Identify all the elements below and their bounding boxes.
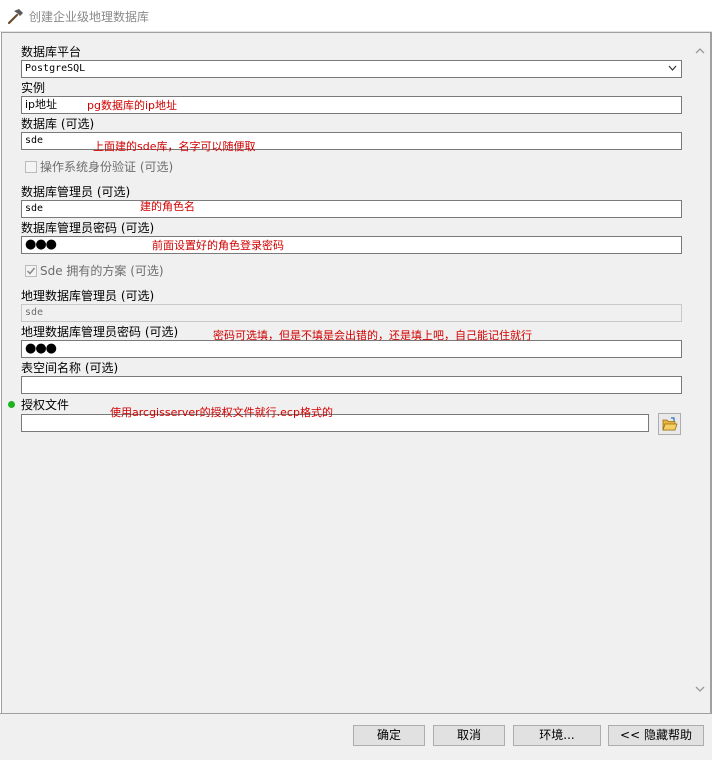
ok-button[interactable]: 确定 xyxy=(353,725,425,746)
sde-schema-label: Sde 拥有的方案 (可选) xyxy=(40,264,164,278)
gdb-admin-password-input[interactable]: ●●● xyxy=(21,340,682,358)
scroll-down-icon[interactable] xyxy=(695,684,705,694)
os-auth-checkbox[interactable] xyxy=(25,161,37,173)
title-bar: 创建企业级地理数据库 xyxy=(0,0,712,32)
gdb-password-annotation: 密码可选填，但是不填是会出错的，还是填上吧，自己能记住就行 xyxy=(213,329,532,342)
dba-input[interactable]: sde xyxy=(21,200,682,218)
chevron-down-icon[interactable] xyxy=(668,65,677,72)
platform-label: 数据库平台 xyxy=(21,45,82,59)
open-folder-icon xyxy=(662,417,678,431)
auth-file-label: 授权文件 xyxy=(21,398,70,412)
auth-file-annotation: 使用arcgisserver的授权文件就行.ecp格式的 xyxy=(110,406,333,419)
dba-password-value: ●●● xyxy=(25,237,57,252)
hammer-icon xyxy=(7,9,23,25)
cancel-button[interactable]: 取消 xyxy=(433,725,505,746)
dba-annotation: 建的角色名 xyxy=(140,200,195,213)
platform-dropdown[interactable]: PostgreSQL xyxy=(21,60,682,78)
tablespace-label: 表空间名称 (可选) xyxy=(21,361,119,375)
required-indicator-icon xyxy=(8,401,15,408)
gdb-admin-label: 地理数据库管理员 (可选) xyxy=(21,289,155,303)
dba-value: sde xyxy=(25,203,44,214)
instance-value: ip地址 xyxy=(25,98,58,111)
window-title: 创建企业级地理数据库 xyxy=(29,10,150,24)
gdb-admin-password-value: ●●● xyxy=(25,341,57,356)
checkmark-icon xyxy=(26,267,36,275)
scroll-up-icon[interactable] xyxy=(695,46,705,56)
browse-folder-button[interactable] xyxy=(658,413,681,435)
instance-label: 实例 xyxy=(21,81,46,95)
dba-password-annotation: 前面设置好的角色登录密码 xyxy=(152,239,284,252)
dba-label: 数据库管理员 (可选) xyxy=(21,185,131,199)
gdb-admin-value: sde xyxy=(25,307,44,318)
platform-value: PostgreSQL xyxy=(25,63,86,74)
dba-password-label: 数据库管理员密码 (可选) xyxy=(21,221,155,235)
gdb-admin-password-label: 地理数据库管理员密码 (可选) xyxy=(21,325,179,339)
tablespace-input[interactable] xyxy=(21,376,682,394)
hide-help-button[interactable]: << 隐藏帮助 xyxy=(608,725,704,746)
os-auth-label: 操作系统身份验证 (可选) xyxy=(40,160,174,174)
dialog-footer: 确定 取消 环境... << 隐藏帮助 xyxy=(0,713,712,760)
gdb-admin-input: sde xyxy=(21,304,682,322)
environments-button[interactable]: 环境... xyxy=(513,725,601,746)
database-label: 数据库 (可选) xyxy=(21,117,95,131)
database-value: sde xyxy=(25,135,44,146)
instance-annotation: pg数据库的ip地址 xyxy=(87,99,178,112)
sde-schema-checkbox[interactable] xyxy=(25,265,37,277)
vertical-scrollbar[interactable] xyxy=(691,34,710,712)
database-annotation: 上面建的sde库，名字可以随便取 xyxy=(93,140,256,153)
dba-password-input[interactable]: ●●● xyxy=(21,236,682,254)
